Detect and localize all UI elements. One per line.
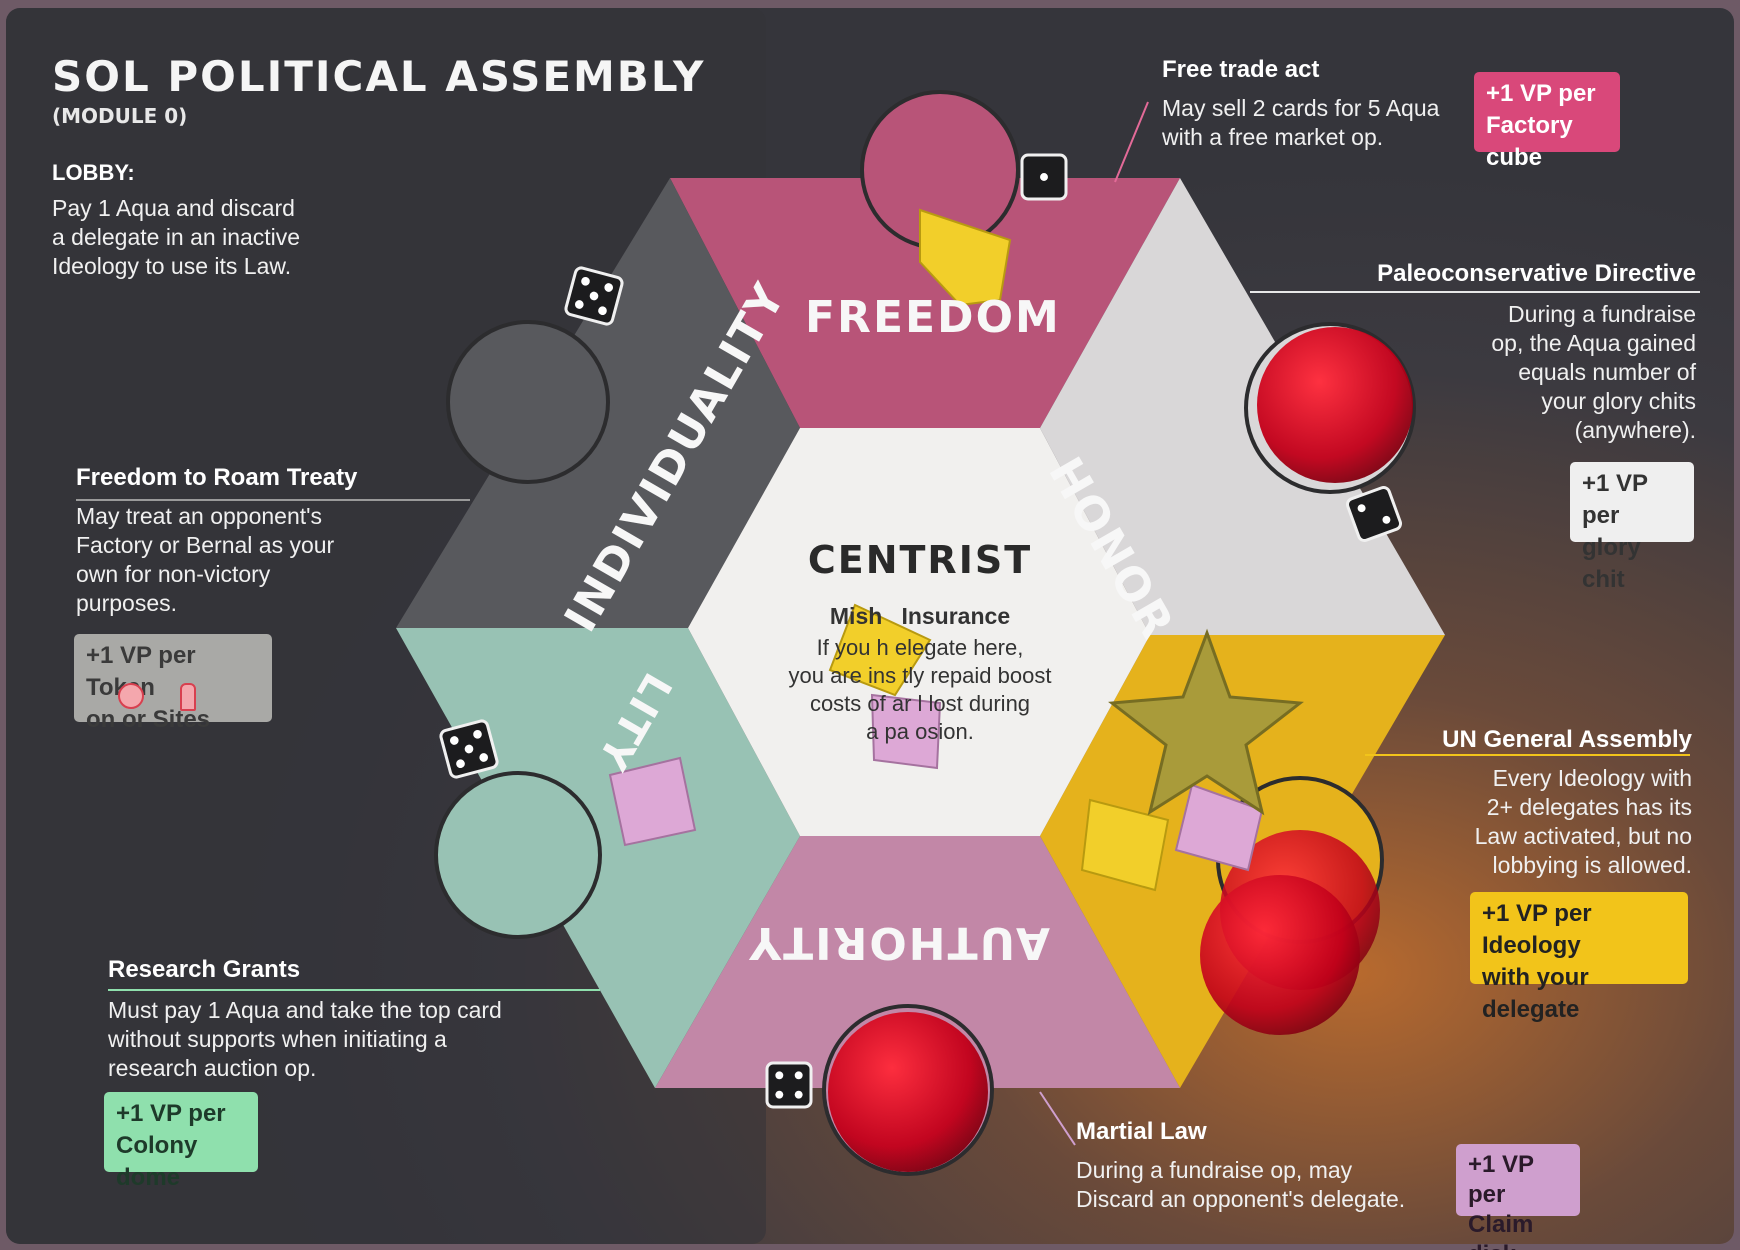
lobby-text: Pay 1 Aqua and discard a delegate in an … [52, 195, 301, 279]
ideology-label-freedom: FREEDOM [805, 292, 1061, 343]
centrist-law-text: If you h elegate here, you are ins tly r… [788, 635, 1052, 744]
pirate-site-icon [118, 683, 144, 709]
ideology-label-authority: AUTHORITY [747, 917, 1050, 968]
centrist-law-title: Mish Insurance [829, 603, 1011, 629]
vp-box-token-sites: +1 VP per Token on or Sites [74, 634, 272, 733]
law-title-un-general-assembly: UN General Assembly [1442, 726, 1692, 753]
law-text-martial-law: During a fundraise op, may Discard an op… [1076, 1157, 1406, 1212]
die-icon-equality [439, 719, 499, 779]
die-icon-freedom [1020, 153, 1068, 201]
red-disk-un-front[interactable] [1200, 875, 1360, 1035]
law-text-free-trade-act: May sell 2 cards for 5 Aqua with a free … [1162, 95, 1440, 150]
law-title-paleoconservative-directive: Paleoconservative Directive [1377, 260, 1696, 287]
die-icon-individuality [564, 266, 624, 326]
law-text-freedom-to-roam-treaty: May treat an opponent's Factory or Berna… [76, 503, 335, 616]
red-disk-authority[interactable] [828, 1012, 988, 1172]
board-title: SOL POLITICAL ASSEMBLY [52, 52, 706, 101]
law-title-martial-law: Martial Law [1076, 1118, 1207, 1145]
red-disk-honor[interactable] [1257, 327, 1413, 483]
die-icon-authority [765, 1061, 813, 1109]
board-subtitle: (MODULE 0) [52, 104, 188, 128]
game-board-photo: SOL POLITICAL ASSEMBLY (MODULE 0) LOBBY:… [0, 0, 1740, 1250]
law-text-paleoconservative-directive: During a fundraise op, the Aqua gained e… [1491, 301, 1696, 443]
lobby-label: LOBBY: [52, 160, 135, 185]
delegate-slot-equality[interactable] [434, 771, 602, 939]
vp-box-glory-chit: +1 VP per glory chit [1570, 462, 1694, 593]
vp-box-claim-disk: +1 VP per Claim disk [1456, 1144, 1580, 1250]
colony-site-icon [180, 683, 196, 711]
delegate-slot-individuality[interactable] [446, 320, 610, 484]
law-text-research-grants: Must pay 1 Aqua and take the top card wi… [108, 997, 502, 1081]
law-title-research-grants: Research Grants [108, 956, 301, 983]
vp-box-colony-dome: +1 VP per Colony dome [104, 1092, 258, 1191]
ideology-label-centrist: CENTRIST [807, 538, 1033, 582]
law-text-un-general-assembly: Every Ideology with 2+ delegates has its… [1474, 765, 1692, 878]
vp-box-ideology-delegate: +1 VP per Ideology with your delegate [1470, 892, 1688, 1023]
law-title-free-trade-act: Free trade act [1162, 56, 1320, 83]
vp-box-factory-cube: +1 VP per Factory cube [1474, 72, 1620, 171]
law-title-freedom-to-roam-treaty: Freedom to Roam Treaty [76, 464, 358, 491]
